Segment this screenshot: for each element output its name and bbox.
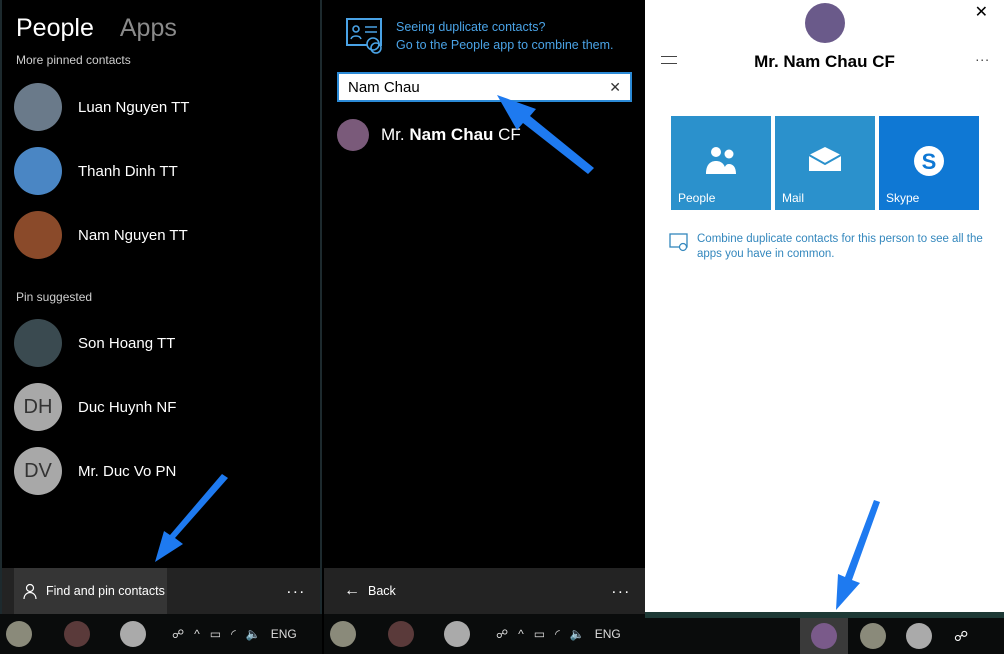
chevron-up-icon[interactable]: ^ — [518, 627, 524, 641]
result-prefix: Mr. — [381, 125, 405, 144]
taskbar-contact[interactable] — [120, 621, 146, 647]
people-icon — [706, 147, 736, 174]
bottom-bar: ← Back ... — [324, 568, 645, 614]
duplicate-banner[interactable]: Seeing duplicate contacts? Go to the Peop… — [346, 18, 614, 54]
people-icon[interactable]: ☍ — [172, 627, 184, 641]
combine-link[interactable]: Combine duplicate contacts for this pers… — [669, 232, 989, 262]
taskbar: ☍ — [645, 612, 1004, 654]
suggested-header: Pin suggested — [16, 290, 93, 304]
contact-name: Mr. Nam Chau CF — [754, 52, 895, 71]
contact-name: Luan Nguyen TT — [78, 98, 190, 116]
taskbar-contact[interactable] — [64, 621, 90, 647]
contact-card: ✕ Mr. Nam Chau CF ... People Mail S Skyp… — [645, 0, 1004, 612]
taskbar-contact[interactable] — [906, 623, 932, 649]
volume-icon[interactable]: 🔈 — [570, 627, 585, 641]
app-tiles: People Mail S Skype — [671, 116, 979, 210]
banner-line-1: Seeing duplicate contacts? — [396, 20, 546, 34]
taskbar-contact-active[interactable] — [800, 618, 848, 654]
back-label: Back — [368, 584, 396, 598]
language-indicator[interactable]: ENG — [595, 627, 621, 641]
person-icon — [23, 583, 37, 599]
tile-label: People — [678, 191, 716, 205]
language-indicator[interactable]: ENG — [271, 627, 297, 641]
contact-card-icon — [669, 233, 688, 252]
mail-icon — [808, 147, 842, 171]
result-suffix: CF — [498, 125, 521, 144]
tile-label: Mail — [782, 191, 805, 205]
tile-mail[interactable]: Mail — [775, 116, 875, 210]
svg-text:S: S — [922, 149, 937, 174]
contact-name: Son Hoang TT — [78, 334, 176, 352]
battery-icon[interactable]: ▭ — [534, 627, 545, 641]
result-match: Nam Chau — [409, 125, 494, 144]
back-button[interactable]: ← Back — [344, 582, 396, 600]
taskbar-contact[interactable] — [6, 621, 32, 647]
combine-text: Combine duplicate contacts for this pers… — [697, 233, 983, 260]
avatar — [14, 147, 62, 195]
contact-name: Duc Huynh NF — [78, 398, 177, 416]
contact-item[interactable]: Son Hoang TT — [14, 315, 314, 371]
people-flyout: People Apps More pinned contacts Luan Ngu… — [0, 0, 322, 614]
search-flyout: Seeing duplicate contacts? Go to the Peop… — [324, 0, 645, 614]
taskbar-contact[interactable] — [444, 621, 470, 647]
skype-icon: S — [914, 146, 944, 176]
avatar: DH — [14, 383, 62, 431]
bottom-bar: Find and pin contacts ... — [2, 568, 320, 614]
wifi-icon[interactable]: ◜ — [555, 627, 560, 641]
volume-icon[interactable]: 🔈 — [246, 627, 261, 641]
tile-skype[interactable]: S Skype — [879, 116, 979, 210]
avatar — [805, 3, 845, 43]
clear-icon[interactable]: ✕ — [609, 79, 621, 96]
contact-name: Mr. Duc Vo PN — [78, 462, 177, 480]
contact-item[interactable]: Thanh Dinh TT — [14, 143, 314, 199]
avatar — [14, 319, 62, 367]
chevron-up-icon[interactable]: ^ — [194, 627, 200, 641]
people-icon[interactable]: ☍ — [496, 627, 508, 641]
banner-line-2: Go to the People app to combine them. — [396, 38, 614, 52]
close-icon[interactable]: ✕ — [975, 2, 988, 22]
taskbar-contact[interactable] — [388, 621, 414, 647]
header-tabs: People Apps — [16, 14, 203, 43]
pinned-header: More pinned contacts — [16, 53, 131, 67]
contact-name: Thanh Dinh TT — [78, 162, 178, 180]
search-value: Nam Chau — [348, 78, 420, 96]
contact-item[interactable]: DV Mr. Duc Vo PN — [14, 443, 314, 499]
tab-people[interactable]: People — [16, 14, 94, 42]
search-result[interactable]: Mr. Nam Chau CF — [337, 119, 521, 151]
avatar — [811, 623, 837, 649]
find-and-pin-button[interactable]: Find and pin contacts — [14, 568, 167, 614]
contact-item[interactable]: Nam Nguyen TT — [14, 207, 314, 263]
back-arrow-icon: ← — [344, 582, 360, 599]
contact-item[interactable]: Luan Nguyen TT — [14, 79, 314, 135]
avatar: DV — [14, 447, 62, 495]
system-tray: ☍ ^ ▭ ◜ 🔈 ENG — [172, 627, 297, 641]
more-button[interactable]: ... — [612, 580, 631, 598]
contact-item[interactable]: DH Duc Huynh NF — [14, 379, 314, 435]
taskbar-contact[interactable] — [330, 621, 356, 647]
taskbar: ☍ ^ ▭ ◜ 🔈 ENG — [324, 614, 645, 654]
more-button[interactable]: ... — [287, 580, 306, 598]
find-button-label: Find and pin contacts — [46, 584, 165, 598]
taskbar: ☍ ^ ▭ ◜ 🔈 ENG — [0, 614, 322, 654]
people-icon[interactable]: ☍ — [954, 628, 968, 645]
tile-people[interactable]: People — [671, 116, 771, 210]
battery-icon[interactable]: ▭ — [210, 627, 221, 641]
taskbar-contact[interactable] — [860, 623, 886, 649]
tab-apps[interactable]: Apps — [120, 14, 177, 42]
avatar — [14, 211, 62, 259]
avatar — [337, 119, 369, 151]
more-button[interactable]: ... — [975, 48, 990, 64]
contact-card-icon — [346, 18, 382, 54]
contact-name: Nam Nguyen TT — [78, 226, 188, 244]
system-tray: ☍ ^ ▭ ◜ 🔈 ENG — [496, 627, 621, 641]
tile-label: Skype — [886, 191, 920, 205]
search-input[interactable]: Nam Chau ✕ — [337, 72, 632, 102]
wifi-icon[interactable]: ◜ — [231, 627, 236, 641]
avatar — [14, 83, 62, 131]
